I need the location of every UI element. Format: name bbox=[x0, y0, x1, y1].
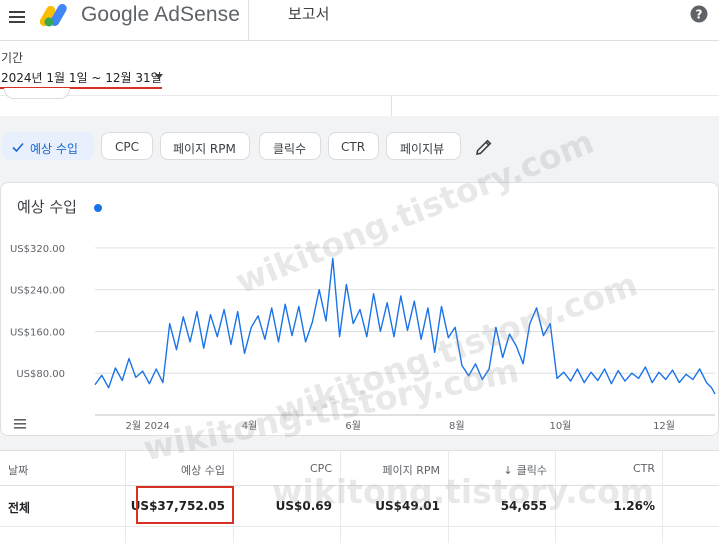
chip-pageviews[interactable]: 페이지뷰 bbox=[386, 132, 461, 160]
period-section: 기간 2024년 1월 1일 ~ 12월 31일 bbox=[0, 41, 719, 95]
chip-label: CTR bbox=[341, 140, 366, 154]
x-tick-label: 8월 bbox=[449, 420, 465, 432]
page-title: 보고서 bbox=[288, 5, 330, 23]
adsense-logo-icon bbox=[40, 4, 67, 27]
chip-label: CPC bbox=[115, 140, 139, 154]
pencil-icon[interactable] bbox=[474, 137, 494, 157]
chip-label: 페이지 RPM bbox=[173, 142, 236, 156]
column-header-ctr[interactable]: CTR bbox=[633, 462, 655, 475]
hamburger-menu-icon[interactable] bbox=[6, 6, 28, 28]
x-tick-label: 10월 bbox=[549, 420, 571, 432]
sort-down-arrow-icon: ↓ bbox=[503, 464, 513, 477]
report-table: 날짜 예상 수입 CPC 페이지 RPM ↓ 클릭수 CTR 전체 US$37,7… bbox=[0, 450, 719, 543]
column-header-label: 클릭수 bbox=[516, 464, 547, 477]
svg-text:?: ? bbox=[696, 8, 703, 22]
period-value: 2024년 1월 1일 ~ 12월 31일 bbox=[1, 71, 162, 85]
total-clicks: 54,655 bbox=[500, 499, 547, 513]
chip-cpc[interactable]: CPC bbox=[101, 132, 153, 160]
metric-chip-row: 예상 수입 CPC 페이지 RPM 클릭수 CTR 페이지뷰 bbox=[0, 132, 719, 164]
period-dropdown[interactable]: 2024년 1월 1일 ~ 12월 31일 bbox=[0, 68, 163, 89]
earnings-line-chart[interactable]: US$80.00 US$160.00 US$240.00 US$320.00 2월 20… bbox=[1, 183, 719, 437]
x-tick-label: 2월 2024 bbox=[126, 420, 170, 432]
app-name: Google AdSense bbox=[81, 3, 241, 26]
earnings-highlight-box bbox=[136, 486, 234, 524]
x-tick-label: 12월 bbox=[653, 420, 675, 432]
column-divider bbox=[555, 451, 556, 543]
total-row-label: 전체 bbox=[8, 501, 31, 515]
period-label: 기간 bbox=[1, 51, 24, 65]
total-cpc: US$0.69 bbox=[275, 499, 332, 513]
column-header-clicks[interactable]: ↓ 클릭수 bbox=[503, 462, 547, 478]
column-header-estimated-earnings[interactable]: 예상 수입 bbox=[181, 462, 225, 478]
filter-divider bbox=[391, 96, 392, 116]
chip-estimated-earnings[interactable]: 예상 수입 bbox=[2, 132, 94, 160]
column-divider bbox=[340, 451, 341, 543]
filter-strip bbox=[0, 88, 719, 116]
total-ctr: 1.26% bbox=[613, 499, 655, 513]
column-header-cpc[interactable]: CPC bbox=[310, 462, 332, 475]
column-header-date[interactable]: 날짜 bbox=[8, 462, 28, 478]
column-divider bbox=[448, 451, 449, 543]
column-header-page-rpm[interactable]: 페이지 RPM bbox=[382, 462, 440, 478]
x-tick-label: 4월 bbox=[242, 420, 258, 432]
check-icon bbox=[12, 142, 24, 153]
total-page-rpm: US$49.01 bbox=[375, 499, 440, 513]
caret-down-icon bbox=[155, 74, 163, 79]
y-tick-label: US$160.00 bbox=[10, 327, 65, 338]
row-divider bbox=[0, 526, 719, 527]
chip-label: 예상 수입 bbox=[30, 142, 78, 156]
header-divider bbox=[248, 0, 249, 40]
header-row-divider bbox=[0, 485, 719, 486]
chart-card: 예상 수입 US$80.00 US$160.00 US$240.00 US$320.0… bbox=[0, 182, 719, 436]
column-divider bbox=[662, 451, 663, 543]
column-divider bbox=[125, 451, 126, 543]
y-tick-label: US$80.00 bbox=[16, 369, 65, 380]
chip-ctr[interactable]: CTR bbox=[328, 132, 379, 160]
y-tick-label: US$240.00 bbox=[10, 286, 65, 297]
chip-clicks[interactable]: 클릭수 bbox=[259, 132, 321, 160]
filter-chip[interactable] bbox=[4, 88, 70, 99]
x-tick-label: 6월 bbox=[345, 420, 361, 432]
earnings-series-line[interactable] bbox=[94, 257, 716, 395]
legend-menu-icon[interactable] bbox=[13, 418, 27, 430]
help-icon[interactable]: ? bbox=[690, 5, 708, 23]
top-app-bar: Google AdSense 보고서 ? bbox=[0, 0, 719, 41]
chip-label: 페이지뷰 bbox=[400, 142, 445, 156]
chip-page-rpm[interactable]: 페이지 RPM bbox=[160, 132, 250, 160]
chip-label: 클릭수 bbox=[273, 142, 307, 156]
y-tick-label: US$320.00 bbox=[10, 244, 65, 255]
